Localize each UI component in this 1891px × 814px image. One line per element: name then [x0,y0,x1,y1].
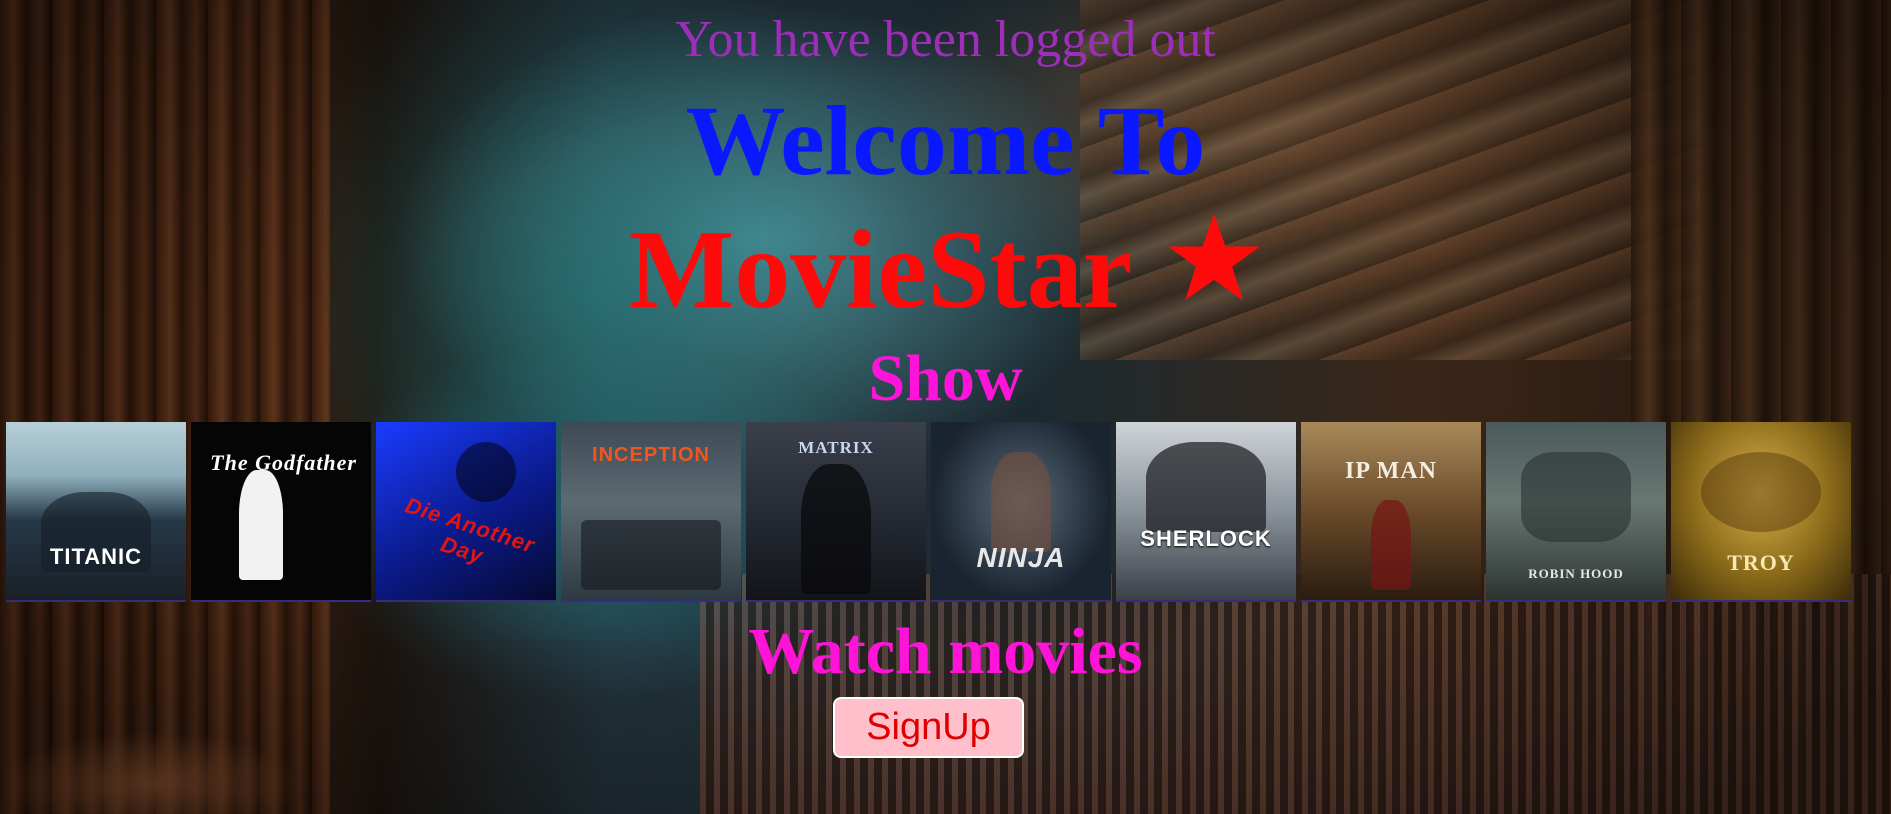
poster-gallery: TITANIC The Godfather Die Another Day IN… [6,422,1851,602]
poster-sherlock[interactable]: SHERLOCK [1116,422,1296,602]
poster-troy[interactable]: TROY [1671,422,1851,602]
poster-title: ROBIN HOOD [1528,566,1624,581]
poster-titanic[interactable]: TITANIC [6,422,186,602]
poster-ip-man[interactable]: IP MAN [1301,422,1481,602]
poster-title: SHERLOCK [1140,526,1272,551]
brand-row: MovieStar [0,210,1891,330]
poster-matrix[interactable]: MATRIX [746,422,926,602]
poster-inception[interactable]: INCEPTION [561,422,741,602]
poster-title: INCEPTION [592,444,710,466]
logout-message: You have been logged out [675,11,1216,68]
poster-godfather[interactable]: The Godfather [191,422,371,602]
show-heading: Show [868,342,1023,415]
brand-name: MovieStar [628,208,1133,332]
poster-title: MATRIX [798,438,874,457]
poster-die-another-day[interactable]: Die Another Day [376,422,556,602]
poster-title: NINJA [976,542,1066,573]
signup-button[interactable]: SignUp [833,697,1024,758]
poster-title: TROY [1727,550,1795,575]
poster-ninja-assassin[interactable]: NINJA [931,422,1111,602]
poster-title: The Godfather [210,450,357,475]
welcome-heading: Welcome To [685,85,1206,196]
poster-title: IP MAN [1345,458,1437,484]
poster-robin-hood[interactable]: ROBIN HOOD [1486,422,1666,602]
poster-title: Die Another Day [402,492,539,569]
poster-title: TITANIC [49,544,143,569]
watch-movies-heading: Watch movies [748,615,1143,688]
star-icon [1168,213,1261,301]
